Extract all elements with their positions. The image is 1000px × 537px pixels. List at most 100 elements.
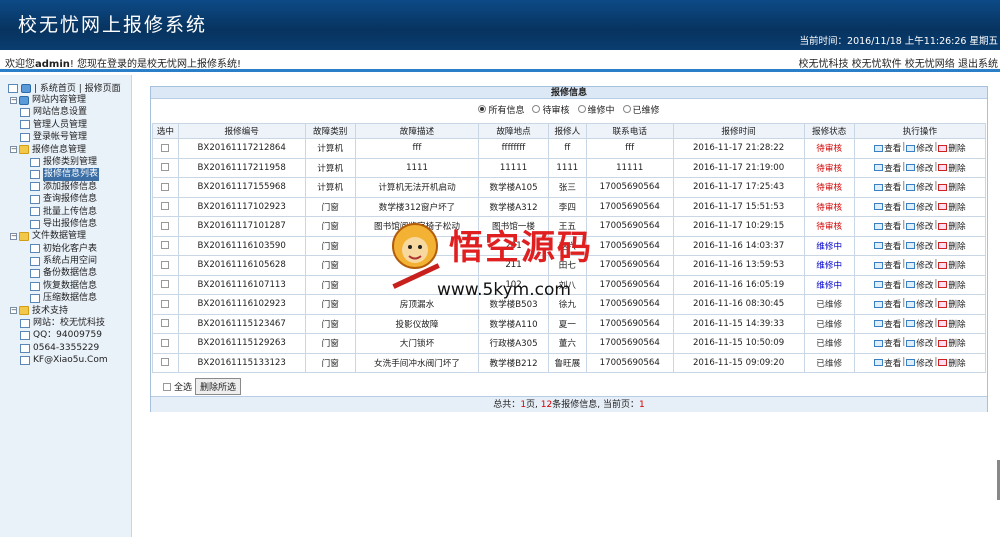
- view-button[interactable]: 查看: [874, 337, 901, 349]
- view-button[interactable]: 查看: [874, 142, 901, 154]
- edit-button[interactable]: 修改: [906, 142, 933, 154]
- edit-button[interactable]: 修改: [906, 201, 933, 213]
- collapse-icon[interactable]: −: [10, 96, 17, 104]
- tree-item[interactable]: 导出报修信息: [10, 218, 108, 230]
- delete-button[interactable]: 删除: [938, 259, 966, 271]
- tree-item[interactable]: 系统占用空间: [10, 255, 108, 267]
- delete-button[interactable]: 删除: [938, 318, 966, 330]
- filter-option[interactable]: 待审核: [532, 103, 570, 116]
- cell-id: BX20161116103590: [177, 235, 306, 256]
- view-button[interactable]: 查看: [874, 162, 901, 174]
- tree-item[interactable]: − 技术支持: [10, 305, 108, 317]
- delete-button[interactable]: 删除: [938, 337, 966, 349]
- tree-item[interactable]: − 报修信息管理: [10, 144, 108, 156]
- delete-button[interactable]: 删除: [938, 162, 966, 174]
- tree-item[interactable]: 报修类别管理: [10, 156, 108, 168]
- row-checkbox[interactable]: [161, 280, 170, 289]
- row-checkbox[interactable]: [161, 202, 170, 211]
- view-button[interactable]: 查看: [874, 259, 901, 271]
- view-icon: [874, 164, 884, 172]
- select-all-checkbox[interactable]: [163, 382, 171, 391]
- table-row[interactable]: BX20161117155968 计算机 计算机无法开机启动 数学楼A105 张三 170…: [152, 177, 987, 198]
- filter-option[interactable]: 已维修: [622, 103, 660, 116]
- delete-selected-button[interactable]: 删除所选: [195, 378, 242, 395]
- delete-button[interactable]: 删除: [938, 298, 966, 310]
- row-checkbox[interactable]: [161, 319, 170, 328]
- view-button[interactable]: 查看: [874, 240, 901, 252]
- tree-item[interactable]: 管理人员管理: [10, 119, 108, 131]
- delete-button[interactable]: 删除: [938, 201, 966, 213]
- sidebar-top-text[interactable]: | 系统首页 | 报修页面: [34, 84, 121, 94]
- tree-item[interactable]: 网站信息设置: [10, 106, 108, 118]
- edit-button[interactable]: 修改: [906, 318, 933, 330]
- tree-item[interactable]: KF@Xiao5u.Com: [10, 354, 108, 366]
- filter-option[interactable]: 维修中: [577, 103, 615, 116]
- edit-button[interactable]: 修改: [906, 298, 933, 310]
- tree-item[interactable]: 添加报修信息: [10, 181, 108, 193]
- view-button[interactable]: 查看: [874, 318, 901, 330]
- row-checkbox[interactable]: [161, 299, 170, 308]
- row-checkbox[interactable]: [161, 260, 170, 269]
- table-row[interactable]: BX20161115123467 门窗 投影仪故障 数学楼A110 夏一 17005690…: [152, 313, 987, 334]
- collapse-icon[interactable]: −: [10, 146, 17, 154]
- edit-button[interactable]: 修改: [906, 357, 933, 369]
- view-button[interactable]: 查看: [874, 357, 901, 369]
- sidebar-top-links[interactable]: | 系统首页 | 报修页面: [8, 81, 121, 94]
- tree-item[interactable]: 网站：校无忧科技: [10, 317, 108, 329]
- view-icon: [874, 339, 884, 347]
- edit-button[interactable]: 修改: [906, 279, 933, 291]
- filter-radio[interactable]: [532, 105, 541, 113]
- tree-item[interactable]: 初始化客户表: [10, 243, 108, 255]
- delete-button[interactable]: 删除: [938, 181, 966, 193]
- tree-item[interactable]: − 网站内容管理: [10, 94, 108, 106]
- filter-radio[interactable]: [478, 105, 487, 113]
- row-checkbox[interactable]: [161, 143, 170, 152]
- edit-button[interactable]: 修改: [906, 181, 933, 193]
- separator: |: [934, 239, 938, 250]
- edit-button[interactable]: 修改: [906, 220, 933, 232]
- edit-button[interactable]: 修改: [906, 259, 933, 271]
- tree-item[interactable]: 备份数据信息: [10, 267, 108, 279]
- table-row[interactable]: BX20161115129263 门窗 大门锁坏 行政楼A305 董六 170056905…: [152, 333, 987, 354]
- top-links[interactable]: 校无忧科技 校无忧软件 校无忧网络 退出系统: [798, 55, 998, 70]
- row-checkbox[interactable]: [161, 163, 170, 172]
- delete-button[interactable]: 删除: [938, 240, 966, 252]
- tree-item[interactable]: 查询报修信息: [10, 193, 108, 205]
- delete-button[interactable]: 删除: [938, 142, 966, 154]
- select-cell: [152, 196, 179, 217]
- delete-button[interactable]: 删除: [938, 279, 966, 291]
- row-checkbox[interactable]: [161, 338, 170, 347]
- row-checkbox[interactable]: [161, 358, 170, 367]
- filter-radio[interactable]: [577, 105, 586, 113]
- row-checkbox[interactable]: [161, 241, 170, 250]
- edit-button[interactable]: 修改: [906, 240, 933, 252]
- row-checkbox[interactable]: [161, 182, 170, 191]
- view-button[interactable]: 查看: [874, 298, 901, 310]
- tree-item[interactable]: QQ：94009759: [10, 329, 108, 341]
- view-button[interactable]: 查看: [874, 201, 901, 213]
- tree-item[interactable]: 登录帐号管理: [10, 131, 108, 143]
- collapse-icon[interactable]: −: [10, 232, 17, 240]
- tree-item[interactable]: 恢复数据信息: [10, 280, 108, 292]
- edit-icon: [906, 203, 916, 211]
- tree-item[interactable]: 报修信息列表: [10, 168, 108, 181]
- row-checkbox[interactable]: [161, 221, 170, 230]
- view-button[interactable]: 查看: [874, 181, 901, 193]
- tree-item[interactable]: 0564-3355229: [10, 342, 108, 354]
- tree-item[interactable]: 压缩数据信息: [10, 292, 108, 304]
- edit-button[interactable]: 修改: [906, 337, 933, 349]
- column-header: 执行操作: [853, 123, 987, 139]
- delete-button[interactable]: 删除: [938, 357, 966, 369]
- edit-button[interactable]: 修改: [906, 162, 933, 174]
- view-button[interactable]: 查看: [874, 220, 901, 232]
- table-row[interactable]: BX20161117211958 计算机 1111 11111 1111 11111 201…: [152, 157, 987, 178]
- tree-item[interactable]: − 文件数据管理: [10, 230, 108, 242]
- filter-option[interactable]: 所有信息: [478, 103, 524, 116]
- collapse-icon[interactable]: −: [10, 307, 17, 315]
- tree-item[interactable]: 批量上传信息: [10, 206, 108, 218]
- delete-button[interactable]: 删除: [938, 220, 966, 232]
- table-row[interactable]: BX20161115133123 门窗 女洗手间冲水阀门坏了 教学楼B212 鲁旺展 17…: [152, 352, 987, 373]
- filter-radio[interactable]: [622, 105, 631, 113]
- view-button[interactable]: 查看: [874, 279, 901, 291]
- table-row[interactable]: BX20161117212864 计算机 fff ffffffff ff fff 2016-…: [152, 138, 987, 159]
